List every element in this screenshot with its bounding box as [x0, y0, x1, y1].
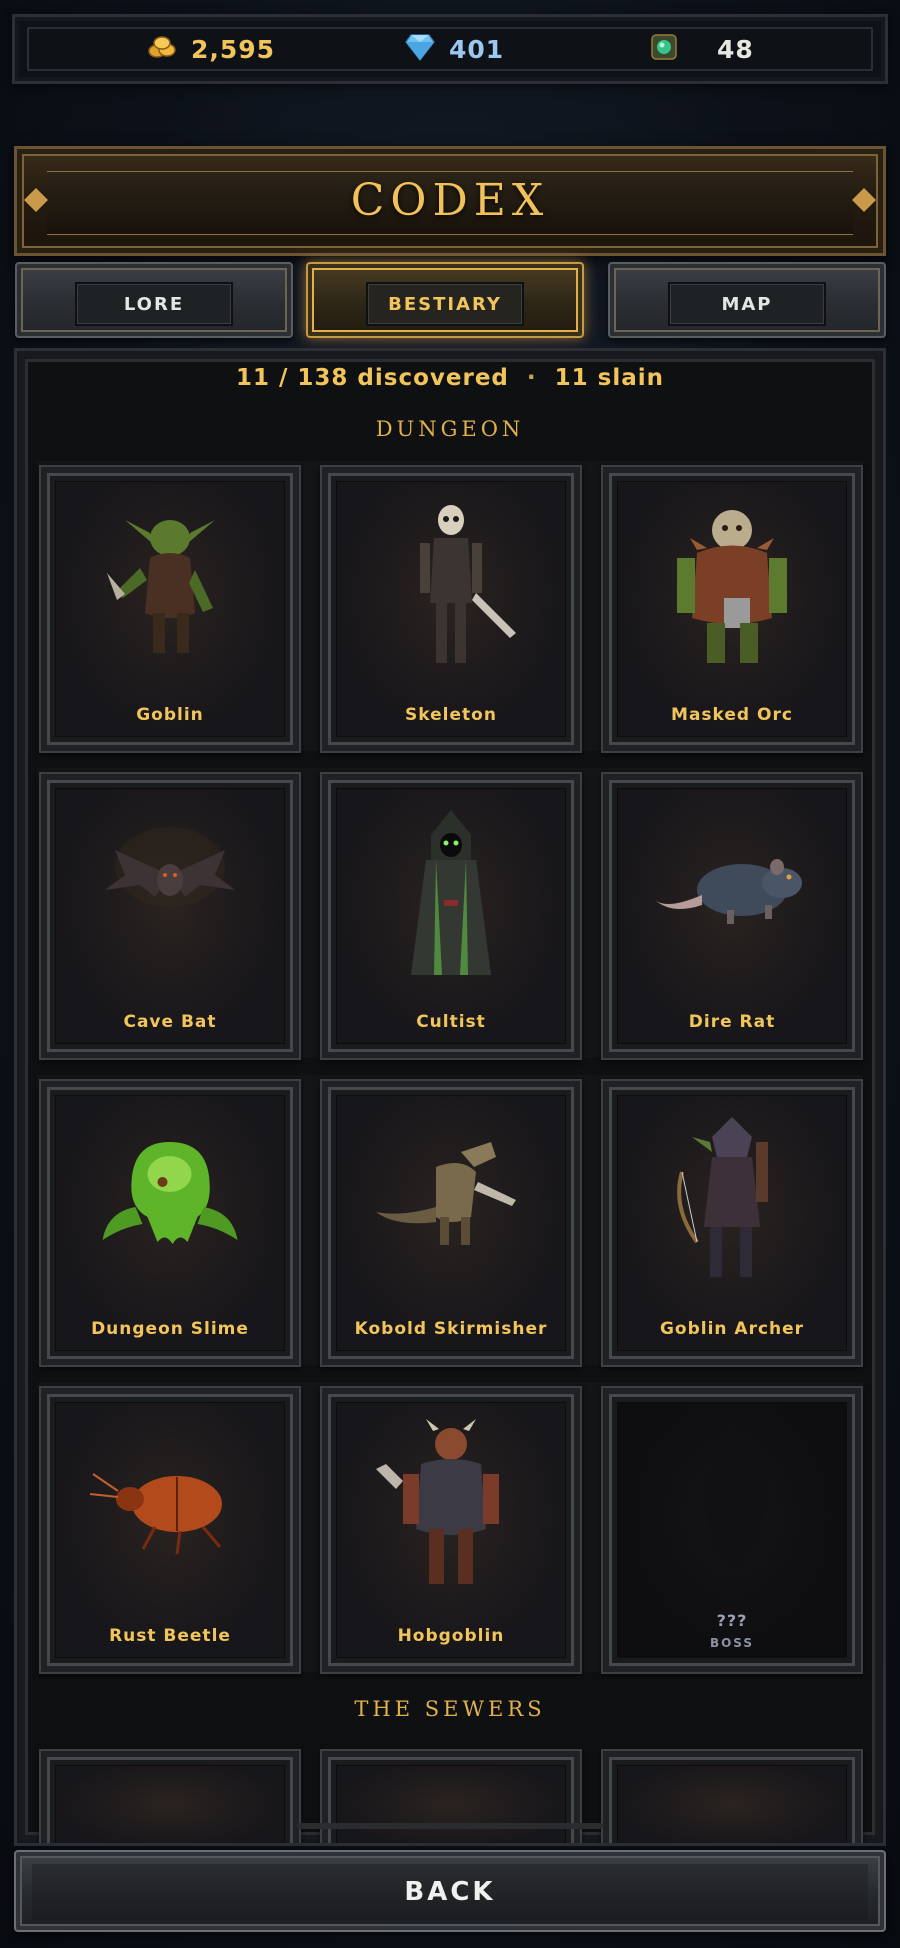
- creature-portrait: [617, 481, 847, 737]
- slime-icon: [102, 1142, 238, 1244]
- creature-portrait: [55, 1095, 285, 1351]
- gem-counter: 401: [405, 17, 504, 81]
- bestiary-panel[interactable]: 11 / 138 discovered · 11 slain DUNGEON Gob…: [14, 348, 886, 1846]
- cultist-icon: [411, 810, 491, 975]
- diamond-icon: [405, 33, 435, 65]
- creature-name: Cultist: [416, 1012, 486, 1032]
- rat-icon: [655, 859, 802, 924]
- creature-name: Dire Rat: [688, 1012, 776, 1032]
- creature-name: Cave Bat: [123, 1012, 217, 1032]
- scroll-indicator[interactable]: [297, 1823, 603, 1829]
- creature-name: ???: [716, 1611, 748, 1630]
- creature-name: Hobgoblin: [397, 1626, 505, 1646]
- gold-counter: 2,595: [147, 17, 275, 81]
- creature-card-locked-boss[interactable]: ??? BOSS: [601, 1386, 863, 1674]
- creature-portrait: [55, 1765, 285, 1843]
- creature-card-dungeon-slime[interactable]: Dungeon Slime: [39, 1079, 301, 1367]
- tab-lore-label: LORE: [75, 282, 233, 326]
- creature-portrait: [55, 481, 285, 737]
- tab-map[interactable]: MAP: [608, 262, 886, 338]
- creature-card-dire-rat[interactable]: Dire Rat: [601, 772, 863, 1060]
- creature-card-kobold-skirmisher[interactable]: Kobold Skirmisher: [320, 1079, 582, 1367]
- tab-bestiary[interactable]: BESTIARY: [306, 262, 584, 338]
- creature-card-goblin[interactable]: Goblin: [39, 465, 301, 753]
- creature-portrait: [336, 1402, 566, 1658]
- hobgoblin-icon: [376, 1419, 499, 1584]
- creature-portrait: [617, 1095, 847, 1351]
- skeleton-icon: [420, 505, 516, 663]
- creature-card-rust-beetle[interactable]: Rust Beetle: [39, 1386, 301, 1674]
- slain-count: 11 slain: [554, 365, 665, 391]
- creature-portrait: [336, 1095, 566, 1351]
- codex-banner: CODEX: [14, 146, 886, 256]
- back-button-label: BACK: [32, 1864, 868, 1920]
- section-title-sewers: THE SEWERS: [354, 1697, 546, 1721]
- creature-name: Kobold Skirmisher: [354, 1319, 548, 1339]
- beetle-icon: [89, 1473, 222, 1555]
- creature-card-cave-bat[interactable]: Cave Bat: [39, 772, 301, 1060]
- currency-bar: 2,595 401 48: [12, 14, 888, 84]
- creature-name: Goblin: [136, 705, 204, 725]
- creature-portrait: [617, 1765, 847, 1843]
- creature-card-goblin-archer[interactable]: Goblin Archer: [601, 1079, 863, 1367]
- back-button[interactable]: BACK: [14, 1850, 886, 1932]
- creature-portrait: [55, 1402, 285, 1658]
- page-title: CODEX: [350, 175, 550, 226]
- tab-lore[interactable]: LORE: [15, 262, 293, 338]
- creature-card-hidden[interactable]: [320, 1749, 582, 1843]
- essence-jar-icon: [651, 33, 677, 65]
- kobold-icon: [376, 1142, 516, 1245]
- creature-card-skeleton[interactable]: Skeleton: [320, 465, 582, 753]
- creature-name: Rust Beetle: [109, 1626, 231, 1646]
- creature-name: Masked Orc: [671, 705, 793, 725]
- creature-card-hidden[interactable]: [601, 1749, 863, 1843]
- gold-amount: 2,595: [191, 34, 276, 64]
- creature-name: Goblin Archer: [659, 1319, 805, 1339]
- essence-amount: 48: [717, 34, 754, 64]
- discovered-count: 11 / 138 discovered: [235, 365, 509, 391]
- creature-card-hobgoblin[interactable]: Hobgoblin: [320, 1386, 582, 1674]
- discovery-stats: 11 / 138 discovered · 11 slain: [17, 365, 883, 391]
- creature-card-hidden[interactable]: [39, 1749, 301, 1843]
- creature-portrait: [336, 788, 566, 1044]
- tab-bestiary-label: BESTIARY: [366, 282, 524, 326]
- boss-tag: BOSS: [709, 1636, 755, 1650]
- goblin-archer-icon: [677, 1117, 768, 1277]
- bat-icon: [105, 827, 235, 907]
- gem-amount: 401: [449, 34, 505, 64]
- creature-portrait: [55, 788, 285, 1044]
- creature-portrait: [336, 481, 566, 737]
- creature-card-masked-orc[interactable]: Masked Orc: [601, 465, 863, 753]
- essence-counter: 48: [651, 17, 754, 81]
- creature-name: Dungeon Slime: [91, 1319, 249, 1339]
- section-title-dungeon: DUNGEON: [375, 417, 525, 441]
- goblin-icon: [107, 520, 215, 653]
- creature-name: Skeleton: [405, 705, 497, 725]
- gold-coins-icon: [147, 34, 177, 64]
- tab-map-label: MAP: [668, 282, 826, 326]
- creature-portrait: [617, 788, 847, 1044]
- creature-card-cultist[interactable]: Cultist: [320, 772, 582, 1060]
- orc-icon: [677, 510, 787, 663]
- creature-portrait: [336, 1765, 566, 1843]
- silhouette-icon: [702, 1429, 767, 1569]
- stats-separator: ·: [526, 365, 537, 391]
